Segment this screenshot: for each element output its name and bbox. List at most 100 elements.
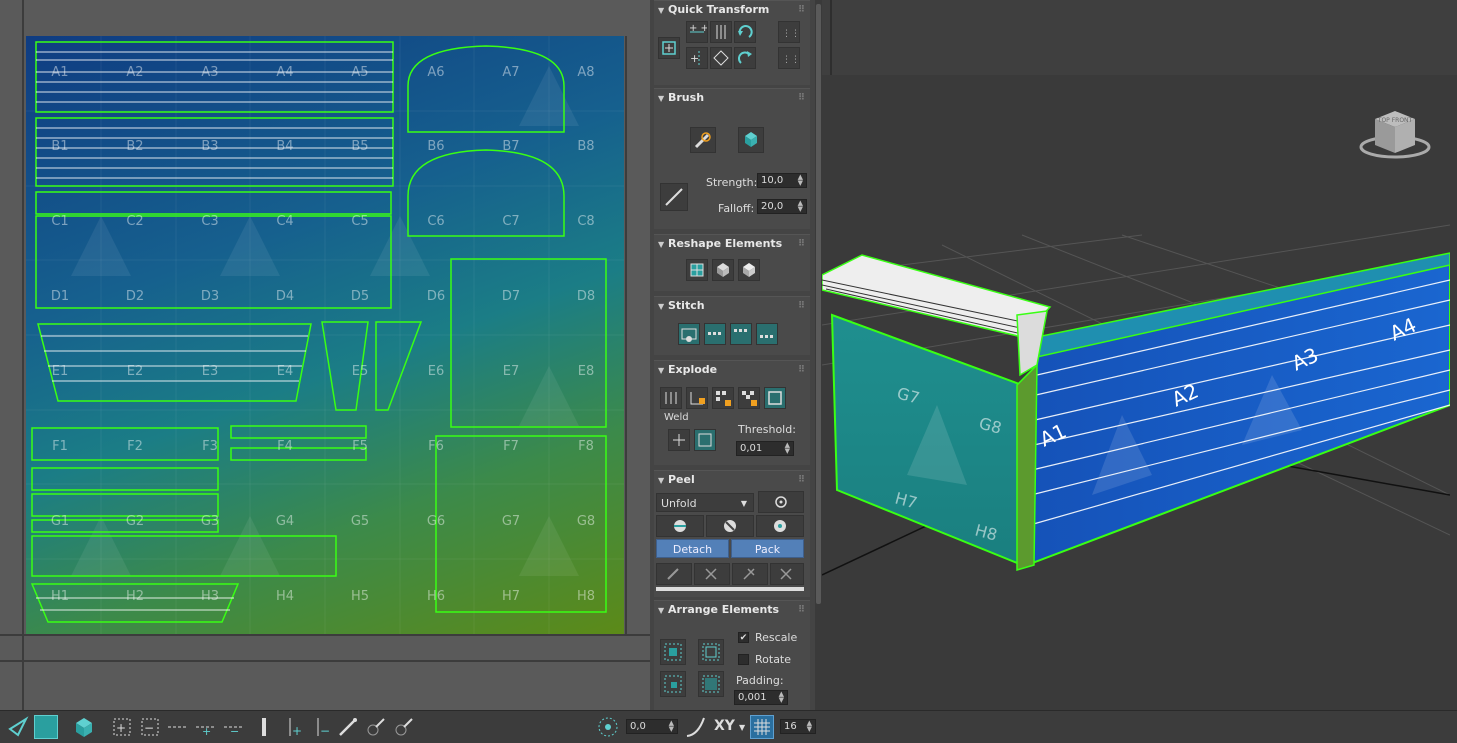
padding-spinner[interactable]: 0,001 ▲ ▼ [734,690,788,705]
stitch-custom-icon[interactable] [678,323,700,345]
pack-together-icon[interactable] [698,639,724,665]
rescale-checkbox[interactable]: ✔ [738,632,749,643]
scrollbar-thumb[interactable] [816,4,821,604]
rollout-header-reshape[interactable]: ▼ Reshape Elements ⠿ [654,235,810,253]
ring-select-icon[interactable] [254,715,278,739]
svg-text:D8: D8 [577,289,595,304]
stitch-to-source-icon[interactable] [704,323,726,345]
paint-grow-icon[interactable] [364,715,388,739]
svg-text:F5: F5 [352,439,368,454]
falloff-curve-icon[interactable] [684,715,708,739]
loop-shrink-icon[interactable]: − [222,715,246,739]
rotate-checkbox[interactable] [738,654,749,665]
rollout-header-peel[interactable]: ▼ Peel ⠿ [654,471,810,489]
rollout-header-brush[interactable]: ▼ Brush ⠿ [654,89,810,107]
grid-size-spinner[interactable]: 16 ▲ ▼ [780,719,816,734]
align-horizontal-button[interactable]: + + [686,21,708,43]
unpin-icon[interactable] [694,563,730,585]
grow-selection-icon[interactable]: + [110,715,134,739]
paint-select-icon[interactable] [336,715,360,739]
panel-scrollbar[interactable] [815,0,822,710]
rotate-ccw-icon[interactable] [734,21,756,43]
split-by-material-icon[interactable] [712,387,734,409]
axis-label[interactable]: XY [714,718,735,734]
relax-icon[interactable] [712,259,734,281]
viewcube-icon[interactable]: TOP FRONT [1357,105,1433,165]
grid-snap-icon[interactable] [750,715,774,739]
loop-select-icon[interactable] [166,715,190,739]
ring-shrink-icon[interactable]: − [310,715,334,739]
unpin-edges-icon[interactable] [770,563,804,585]
rollout-brush: ▼ Brush ⠿ Strength: 10,0 ▲ ▼ Falloff: 20,0 ▲ ▼ [654,88,810,229]
svg-text:B6: B6 [427,139,444,154]
uv-divider-vertical [22,0,24,710]
pack-fit-icon[interactable] [698,671,724,697]
rollout-title: Stitch [668,299,705,312]
pack-normalize-icon[interactable] [660,639,686,665]
offset-spinner[interactable]: 0,0 ▲ ▼ [626,719,678,734]
strength-spinner[interactable]: 10,0 ▲ ▼ [757,173,807,188]
pin-edges-icon[interactable] [732,563,768,585]
relax-brush-icon[interactable] [738,127,764,153]
align-vertical-button[interactable] [710,21,732,43]
freeform-left-button[interactable]: ⋮⋮ [778,21,800,43]
rotate-cw-icon[interactable] [734,47,756,69]
quick-peel-icon[interactable] [656,515,704,537]
loop-grow-icon[interactable]: + [194,715,218,739]
shrink-selection-icon[interactable]: − [138,715,162,739]
space-vertical-button[interactable]: + [686,47,708,69]
viewport-divider [830,0,832,75]
ring-grow-icon[interactable]: + [282,715,306,739]
rollout-title: Peel [668,473,695,486]
straighten-cube-icon[interactable] [738,259,760,281]
reset-peel-icon[interactable] [756,515,804,537]
align-pivot-button[interactable] [658,37,680,59]
split-by-smoothing-icon[interactable] [686,387,708,409]
weld-selected-icon[interactable] [668,429,690,451]
falloff-spinner[interactable]: 20,0 ▲ ▼ [757,199,807,214]
peel-mode-dropdown[interactable]: Unfold ▼ [656,493,754,512]
rollout-header-stitch[interactable]: ▼ Stitch ⠿ [654,297,810,315]
peel-mode-icon[interactable] [706,515,754,537]
rollout-header-quick-transform[interactable]: ▼ Quick Transform ⠿ [654,1,810,19]
rollout-header-arrange[interactable]: ▼ Arrange Elements ⠿ [654,601,810,619]
select-arrow-icon[interactable] [6,715,30,739]
brush-stroke-icon[interactable] [660,183,688,211]
padding-value: 0,001 [738,692,767,703]
svg-text:D3: D3 [201,289,219,304]
paint-shrink-icon[interactable] [392,715,416,739]
detach-button[interactable]: Detach [656,539,729,558]
svg-text:C6: C6 [427,214,444,229]
stitch-average-icon[interactable] [730,323,752,345]
perspective-viewport[interactable]: A1 A2 A3 A4 G7 G8 H7 H8 TOP FRONT [822,0,1457,710]
face-mode-icon[interactable] [34,715,58,739]
falloff-label: Falloff: [718,202,755,215]
straighten-button[interactable] [710,47,732,69]
break-icon[interactable] [660,387,682,409]
split-checker-icon[interactable] [738,387,760,409]
flatten-icon[interactable] [764,387,786,409]
soft-selection-icon[interactable] [596,715,620,739]
svg-text:+ +: + + [689,23,707,34]
pack-custom-icon[interactable] [660,671,686,697]
element-mode-icon[interactable] [72,715,96,739]
pack-button[interactable]: Pack [731,539,804,558]
uv-tools-panel: ▼ Quick Transform ⠿ + + + ⋮⋮ ⋮⋮ ▼ Brush ⠿ St… [650,0,815,711]
weld-target-icon[interactable] [694,429,716,451]
viewport-scene-svg: A1 A2 A3 A4 G7 G8 H7 H8 [822,75,1450,710]
grab-brush-icon[interactable] [690,127,716,153]
rollout-header-explode[interactable]: ▼ Explode ⠿ [654,361,810,379]
axis-chevron-down-icon[interactable]: ▼ [739,723,745,732]
svg-text:G7: G7 [502,514,520,529]
rollout-title: Reshape Elements [668,237,783,250]
threshold-spinner[interactable]: 0,01 ▲ ▼ [736,441,794,456]
rectify-icon[interactable] [686,259,708,281]
stitch-to-target-icon[interactable] [756,323,778,345]
svg-text:A6: A6 [427,65,444,80]
uv-checker-canvas[interactable]: A1 A2 A3 A4 A5 A6 A7 A8 B1 B2 B3 B4 B5 B6 B7 B8 C1 C2 C3… [26,36,624,634]
svg-text:B3: B3 [201,139,218,154]
freeform-right-button[interactable]: ⋮⋮ [778,47,800,69]
uv-editor-area[interactable]: A1 A2 A3 A4 A5 A6 A7 A8 B1 B2 B3 B4 B5 B6 B7 B8 C1 C2 C3… [0,0,650,710]
pin-icon[interactable] [656,563,692,585]
peel-settings-icon[interactable] [758,491,804,513]
